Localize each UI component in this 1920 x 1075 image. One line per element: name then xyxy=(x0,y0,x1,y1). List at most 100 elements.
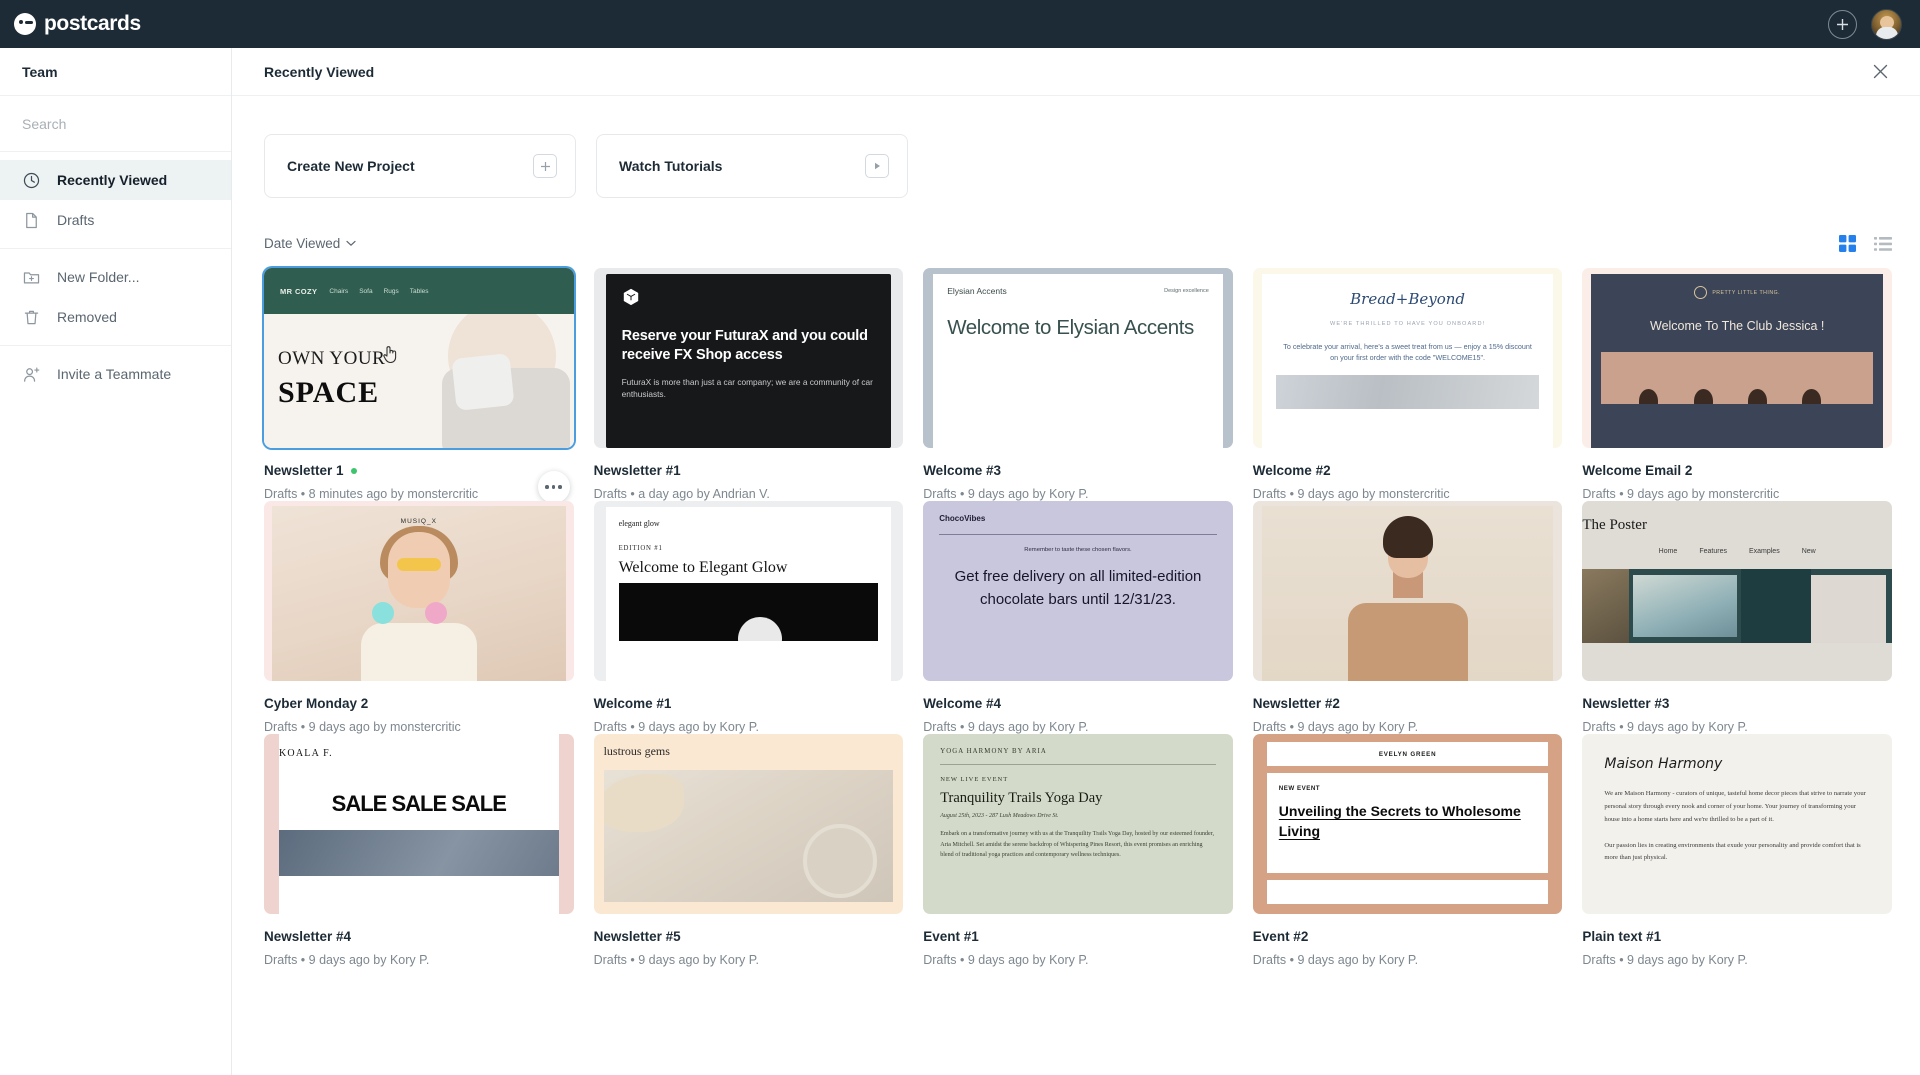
project-title-row: Newsletter 1 xyxy=(264,463,574,478)
project-thumbnail[interactable]: Maison Harmony We are Maison Harmony - c… xyxy=(1582,734,1892,914)
project-title-row: Newsletter #1 xyxy=(594,463,904,478)
app-name: postcards xyxy=(44,12,141,35)
project-meta: Drafts • 9 days ago by Kory P. xyxy=(1252,953,1419,967)
thumb-paragraph: To celebrate your arrival, here's a swee… xyxy=(1283,342,1532,363)
thumb-headline: Unveiling the Secrets to Wholesome Livin… xyxy=(1278,803,1521,840)
sidebar-item-recently-viewed[interactable]: Recently Viewed xyxy=(0,160,231,200)
project-card[interactable]: Newsletter #2 Drafts • 9 days ago by Kor… xyxy=(1252,501,1563,734)
thumb-brand: PRETTY LITTLE THING. xyxy=(1712,289,1781,296)
sort-and-view-row: Date Viewed xyxy=(264,235,1892,256)
project-title: Welcome #3 xyxy=(923,463,1001,478)
thumb-footer xyxy=(1266,880,1549,904)
document-icon xyxy=(26,212,37,228)
thumbnail-design-bread: Bread+Beyond WE'RE THRILLED TO HAVE YOU … xyxy=(1252,268,1563,448)
project-meta: Drafts • 9 days ago by Kory P. xyxy=(1582,720,1748,734)
project-meta: Drafts • 9 days ago by Kory P. xyxy=(1582,953,1748,967)
thumb-paragraph: We are Maison Harmony - curators of uniq… xyxy=(1604,790,1866,823)
project-card[interactable]: KOALA F. SALE SALE SALE Newsletter #4 Dr… xyxy=(264,734,574,967)
project-card[interactable]: YOGA HARMONY BY ARIA NEW LIVE EVENT Tran… xyxy=(923,734,1233,967)
project-thumbnail[interactable]: Reserve your FuturaX and you could recei… xyxy=(593,268,904,448)
project-thumbnail[interactable]: YOGA HARMONY BY ARIA NEW LIVE EVENT Tran… xyxy=(923,734,1233,914)
thumb-brand: elegant glow xyxy=(618,519,660,528)
top-bar: postcards xyxy=(0,0,1920,48)
project-card[interactable]: Reserve your FuturaX and you could recei… xyxy=(593,268,904,501)
create-new-project-button[interactable]: Create New Project xyxy=(264,134,576,198)
project-meta: Drafts • 9 days ago by Kory P. xyxy=(923,953,1089,967)
grid-view-toggle[interactable] xyxy=(1839,235,1856,252)
thumb-headline: Reserve your FuturaX and you could recei… xyxy=(621,328,868,364)
app-logo[interactable]: postcards xyxy=(14,12,141,36)
project-card[interactable]: elegant glow EDITION #1 Welcome to Elega… xyxy=(593,501,904,734)
project-thumbnail[interactable]: MR COZY Chairs Sofa Rugs Tables OWN YOUR SP… xyxy=(264,268,574,448)
project-card[interactable]: MR COZY Chairs Sofa Rugs Tables OWN YOUR SP… xyxy=(264,268,574,503)
user-avatar[interactable] xyxy=(1871,8,1902,40)
project-thumbnail[interactable]: elegant glow EDITION #1 Welcome to Elega… xyxy=(593,501,904,681)
thumb-nav: Home Features Examples New xyxy=(1658,548,1816,555)
project-thumbnail[interactable]: lustrous gems xyxy=(593,734,904,914)
project-meta: Drafts • 9 days ago by Kory P. xyxy=(593,720,759,734)
thumb-headline: Welcome to Elysian Accents xyxy=(947,316,1194,339)
project-thumbnail[interactable]: ChocoVibes Remember to taste these chose… xyxy=(923,501,1233,681)
project-card[interactable]: Bread+Beyond WE'RE THRILLED TO HAVE YOU … xyxy=(1252,268,1563,501)
thumb-headline: Get free delivery on all limited-edition… xyxy=(954,568,1202,608)
project-thumbnail[interactable]: KOALA F. SALE SALE SALE xyxy=(264,734,574,914)
project-thumbnail[interactable]: MUSIQ_X xyxy=(264,501,574,681)
thumb-paragraph: Embark on a transformative journey with … xyxy=(940,831,1215,859)
sidebar-group-team: Invite a Teammate xyxy=(0,346,231,402)
thumb-screen: Reserve your FuturaX and you could recei… xyxy=(605,274,892,448)
project-thumbnail[interactable]: PRETTY LITTLE THING. Welcome To The Club… xyxy=(1582,268,1892,448)
project-more-options-button[interactable] xyxy=(537,471,570,503)
close-button[interactable] xyxy=(1868,60,1892,84)
project-meta: Drafts • 9 days ago by Kory P. xyxy=(1252,720,1419,734)
thumbnail-design-cozy: MR COZY Chairs Sofa Rugs Tables OWN YOUR SP… xyxy=(264,268,574,448)
thumb-photo xyxy=(1582,569,1892,643)
project-meta: Drafts • 9 days ago by Kory P. xyxy=(264,953,430,967)
project-title: Welcome #4 xyxy=(923,696,1001,711)
thumb-brand: ChocoVibes xyxy=(939,514,986,523)
project-card[interactable]: Maison Harmony We are Maison Harmony - c… xyxy=(1582,734,1892,967)
hand-cursor-icon xyxy=(382,345,396,363)
project-card[interactable]: lustrous gems Newsletter #5 Drafts • 9 d… xyxy=(593,734,904,967)
main-body: Create New Project Watch Tutorials Date … xyxy=(232,96,1920,1075)
project-thumbnail[interactable]: EVELYN GREEN NEW EVENT Unveiling the Sec… xyxy=(1252,734,1563,914)
project-thumbnail[interactable]: The Poster Home Features Examples New xyxy=(1582,501,1892,681)
project-thumbnail[interactable] xyxy=(1252,501,1563,681)
thumb-brand-row: PRETTY LITTLE THING. xyxy=(1601,286,1873,299)
project-card[interactable]: PRETTY LITTLE THING. Welcome To The Club… xyxy=(1582,268,1892,501)
thumb-kicker: WE'RE THRILLED TO HAVE YOU ONBOARD! xyxy=(1329,321,1486,327)
thumb-header-row: Elysian Accents Design excellence xyxy=(947,286,1209,296)
sidebar-item-invite-teammate[interactable]: Invite a Teammate xyxy=(0,354,231,394)
add-new-button[interactable] xyxy=(1828,9,1857,39)
sidebar-item-label: Drafts xyxy=(57,212,95,228)
project-thumbnail[interactable]: Bread+Beyond WE'RE THRILLED TO HAVE YOU … xyxy=(1252,268,1563,448)
project-title: Newsletter #5 xyxy=(593,929,681,944)
sidebar-item-drafts[interactable]: Drafts xyxy=(0,200,231,240)
thumb-brand: YOGA HARMONY BY ARIA xyxy=(940,748,1047,755)
watch-tutorials-button[interactable]: Watch Tutorials xyxy=(596,134,908,198)
card-header: Welcome #4 Drafts • 9 days ago by Kory P… xyxy=(923,696,1233,734)
search-input[interactable] xyxy=(22,115,209,132)
sidebar-item-new-folder[interactable]: New Folder... xyxy=(0,257,231,297)
card-header: Newsletter 1 Drafts • 8 minutes ago by m… xyxy=(264,463,574,503)
project-thumbnail[interactable]: Elysian Accents Design excellence Welcom… xyxy=(923,268,1233,448)
cube-logo-icon xyxy=(623,288,638,306)
thumbnail-design-poster: The Poster Home Features Examples New xyxy=(1582,501,1892,681)
plus-icon xyxy=(1837,18,1848,30)
thumb-page: Elysian Accents Design excellence Welcom… xyxy=(933,274,1223,448)
project-card[interactable]: MUSIQ_X Cyber Monday 2 Drafts • 9 days a… xyxy=(264,501,574,734)
project-card[interactable]: ChocoVibes Remember to taste these chose… xyxy=(923,501,1233,734)
project-card[interactable]: The Poster Home Features Examples New Newsl… xyxy=(1582,501,1892,734)
sort-dropdown[interactable]: Date Viewed xyxy=(264,236,356,251)
thumb-headline: Welcome to Elegant Glow xyxy=(618,559,788,576)
sidebar: Team Recently Viewed Drafts xyxy=(0,48,232,1075)
project-meta: Drafts • a day ago by Andrian V. xyxy=(593,487,770,501)
project-card[interactable]: Elysian Accents Design excellence Welcom… xyxy=(923,268,1233,501)
project-meta: Drafts • 9 days ago by monstercritic xyxy=(264,720,461,734)
headphone-left xyxy=(371,602,394,624)
project-title: Newsletter #1 xyxy=(593,463,681,478)
project-title-row: Plain text #1 xyxy=(1582,929,1892,944)
list-view-toggle[interactable] xyxy=(1874,236,1892,251)
project-card[interactable]: EVELYN GREEN NEW EVENT Unveiling the Sec… xyxy=(1252,734,1563,967)
sidebar-item-removed[interactable]: Removed xyxy=(0,297,231,337)
project-title-row: Newsletter #5 xyxy=(594,929,904,944)
